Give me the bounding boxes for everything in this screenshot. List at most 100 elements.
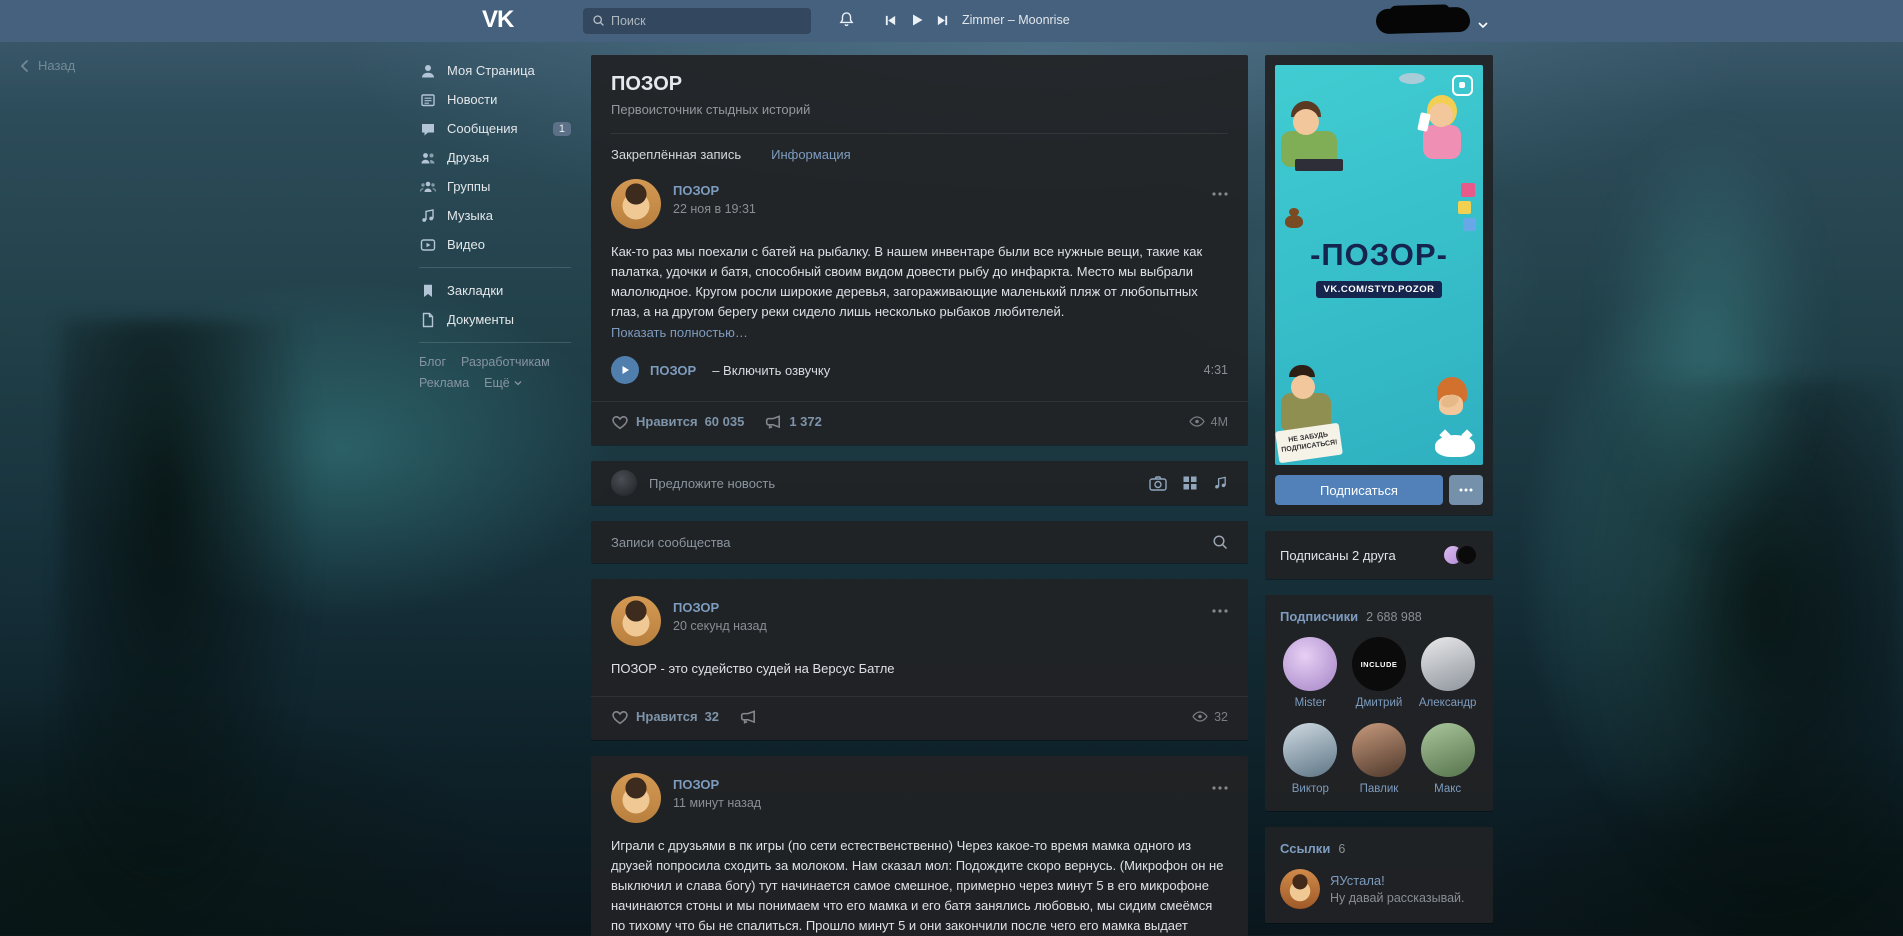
- community-avatar[interactable]: [611, 179, 661, 229]
- chevron-down-icon: [514, 380, 522, 386]
- back-arrow-icon: [20, 59, 29, 73]
- community-avatar[interactable]: [611, 596, 661, 646]
- post-date[interactable]: 11 минут назад: [673, 796, 761, 810]
- link-item[interactable]: ЯУстала! Ну давай рассказывай.: [1280, 869, 1478, 909]
- wall-search-input[interactable]: Записи сообщества: [611, 535, 1212, 550]
- subscribers-grid: Mister INCLUDE Дмитрий Александр Виктор …: [1280, 637, 1478, 795]
- footer-link-developers[interactable]: Разработчикам: [461, 355, 550, 369]
- community-cover-card: -ПОЗОР- VK.COM/STYD.POZOR НЕ ЗАБУДЬ ПОДП…: [1265, 55, 1493, 515]
- subscribe-button[interactable]: Подписаться: [1275, 475, 1443, 505]
- media-grid-icon[interactable]: [1182, 475, 1198, 491]
- community-tabs: Закреплённая запись Информация: [611, 133, 1228, 162]
- post-menu-button[interactable]: [1212, 778, 1228, 793]
- music-note-icon[interactable]: [1213, 475, 1228, 491]
- profile-icon: [419, 63, 436, 79]
- bookmark-icon: [419, 283, 436, 299]
- sidebar-item-my-page[interactable]: Моя Страница: [419, 56, 571, 85]
- subscriber[interactable]: Виктор: [1280, 723, 1341, 795]
- link-avatar[interactable]: [1280, 869, 1320, 909]
- friends-subscribed-card[interactable]: Подписаны 2 друга: [1265, 531, 1493, 579]
- audio-title[interactable]: – Включить озвучку: [712, 363, 830, 378]
- sidebar-item-music[interactable]: Музыка: [419, 201, 571, 230]
- tab-information[interactable]: Информация: [771, 147, 851, 162]
- background-art-glow: [1600, 120, 1820, 540]
- subscriber-name[interactable]: Дмитрий: [1356, 697, 1403, 709]
- subscriber-avatar[interactable]: [1283, 637, 1337, 691]
- photo-camera-icon[interactable]: [1149, 475, 1167, 491]
- sidebar-item-news[interactable]: Новости: [419, 85, 571, 114]
- community-cover-image[interactable]: -ПОЗОР- VK.COM/STYD.POZOR НЕ ЗАБУДЬ ПОДП…: [1275, 65, 1483, 465]
- post-menu-button[interactable]: [1212, 184, 1228, 199]
- player-play-button[interactable]: [910, 13, 924, 30]
- footer-link-ads[interactable]: Реклама: [419, 376, 469, 390]
- back-label: Назад: [38, 58, 75, 73]
- post-menu-button[interactable]: [1212, 601, 1228, 616]
- share-button[interactable]: [739, 709, 757, 725]
- back-link[interactable]: Назад: [20, 58, 75, 73]
- post-date[interactable]: 20 секунд назад: [673, 619, 767, 633]
- subscriber-avatar[interactable]: INCLUDE: [1352, 637, 1406, 691]
- search-input[interactable]: [583, 8, 811, 34]
- cartoon-poop: [1285, 215, 1303, 228]
- player-previous-button[interactable]: [884, 14, 897, 30]
- subscriber-avatar[interactable]: [1421, 723, 1475, 777]
- sidebar-item-messages[interactable]: Сообщения 1: [419, 114, 571, 143]
- subscriber-avatar[interactable]: [1283, 723, 1337, 777]
- links-title-link[interactable]: Ссылки: [1280, 841, 1330, 856]
- tab-pinned-post[interactable]: Закреплённая запись: [611, 147, 741, 162]
- subscriber[interactable]: Александр: [1417, 637, 1478, 709]
- sidebar-item-bookmarks[interactable]: Закладки: [419, 276, 571, 305]
- footer-link-more[interactable]: Ещё: [484, 376, 522, 390]
- community-avatar[interactable]: [611, 773, 661, 823]
- show-more-link[interactable]: Показать полностью…: [611, 325, 1228, 340]
- audio-play-button[interactable]: [611, 356, 639, 384]
- post-author-link[interactable]: ПОЗОР: [673, 183, 719, 198]
- user-menu-chevron-down-icon[interactable]: [1478, 17, 1488, 32]
- search-icon[interactable]: [1212, 534, 1228, 550]
- suggest-post-input[interactable]: Предложите новость: [649, 476, 1137, 491]
- subscriber-name[interactable]: Павлик: [1360, 783, 1399, 795]
- sidebar-item-video[interactable]: Видео: [419, 230, 571, 259]
- community-options-button[interactable]: [1449, 475, 1483, 505]
- subscriber[interactable]: Макс: [1417, 723, 1478, 795]
- subscriber-name[interactable]: Макс: [1434, 783, 1461, 795]
- link-name[interactable]: ЯУстала!: [1330, 873, 1465, 888]
- like-button[interactable]: Нравится 60 035: [611, 413, 744, 430]
- user-avatar[interactable]: [1376, 7, 1471, 34]
- eye-icon: [1189, 416, 1205, 427]
- post-date[interactable]: 22 ноя в 19:31: [673, 202, 756, 216]
- now-playing-track[interactable]: Zimmer – Moonrise: [962, 13, 1070, 27]
- share-button[interactable]: 1 372: [764, 414, 822, 430]
- subscriber-name[interactable]: Виктор: [1292, 783, 1329, 795]
- post-header: ПОЗОР 22 ноя в 19:31: [611, 179, 1228, 229]
- subscriber[interactable]: Mister: [1280, 637, 1341, 709]
- notifications-bell-icon[interactable]: [838, 11, 855, 31]
- community-card: ПОЗОР Первоисточник стыдных историй Закр…: [591, 55, 1248, 445]
- sidebar-item-friends[interactable]: Друзья: [419, 143, 571, 172]
- subscriber[interactable]: Павлик: [1349, 723, 1410, 795]
- subscriber-name[interactable]: Mister: [1295, 697, 1326, 709]
- subscribers-title-link[interactable]: Подписчики: [1280, 609, 1358, 624]
- post-author-link[interactable]: ПОЗОР: [673, 777, 719, 792]
- subscriber-avatar[interactable]: [1421, 637, 1475, 691]
- subscriber-name[interactable]: Александр: [1419, 697, 1477, 709]
- subscriber-avatar[interactable]: [1352, 723, 1406, 777]
- audio-artist-link[interactable]: ПОЗОР: [650, 363, 696, 378]
- sidebar-item-label: Документы: [447, 312, 514, 327]
- sidebar-item-documents[interactable]: Документы: [419, 305, 571, 334]
- cartoon-cat: [1435, 435, 1475, 457]
- main-column: ПОЗОР Первоисточник стыдных историй Закр…: [591, 55, 1248, 936]
- music-icon: [419, 208, 436, 224]
- views-counter: 4M: [1189, 415, 1228, 429]
- subscriber[interactable]: INCLUDE Дмитрий: [1349, 637, 1410, 709]
- footer-link-blog[interactable]: Блог: [419, 355, 446, 369]
- like-button[interactable]: Нравится 32: [611, 708, 719, 725]
- post-author-link[interactable]: ПОЗОР: [673, 600, 719, 615]
- my-avatar[interactable]: [611, 470, 637, 496]
- wall-post: ПОЗОР 11 минут назад Играли с друзьями в…: [591, 756, 1248, 936]
- friend-avatar[interactable]: [1456, 544, 1478, 566]
- player-next-button[interactable]: [936, 14, 949, 30]
- sidebar-item-groups[interactable]: Группы: [419, 172, 571, 201]
- vk-logo[interactable]: VK: [482, 6, 513, 34]
- cartoon-gift: [1463, 218, 1476, 231]
